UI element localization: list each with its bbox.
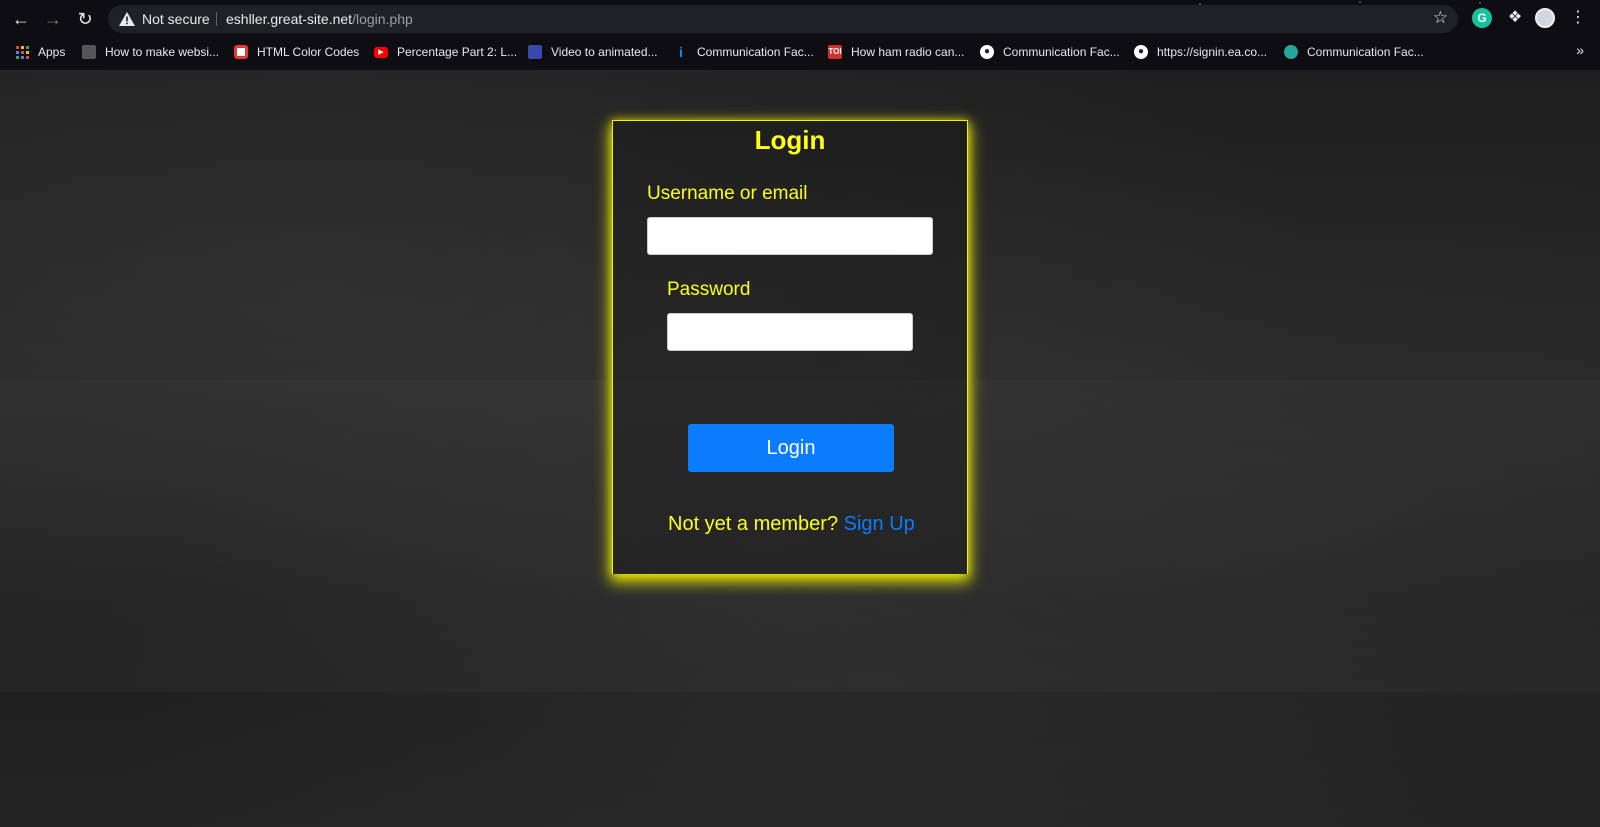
username-input[interactable]	[647, 217, 933, 255]
signup-prompt-line: Not yet a member? Sign Up	[668, 513, 915, 536]
bookmark-item[interactable]: i Communication Fac...	[674, 43, 814, 61]
bookmark-star-icon[interactable]: ☆	[1433, 8, 1448, 28]
url-host: eshller.great-site.net	[226, 11, 353, 27]
bookmark-label: HTML Color Codes	[257, 45, 360, 59]
login-card: Login Username or email Password Login N…	[612, 120, 968, 574]
bookmark-label: How to make websi...	[105, 45, 220, 59]
grammarly-extension-icon[interactable]: G	[1472, 8, 1492, 28]
bookmark-item[interactable]: Video to animated...	[528, 43, 658, 61]
bookmark-label: Percentage Part 2: L...	[397, 45, 518, 59]
bookmark-label: How ham radio can...	[851, 45, 965, 59]
bookmark-label: Communication Fac...	[1307, 45, 1424, 59]
url-path: /login.php	[352, 11, 413, 27]
site-favicon	[82, 45, 96, 59]
username-label: Username or email	[647, 183, 808, 204]
globe-icon: ●	[1134, 45, 1148, 59]
bookmark-label: Apps	[38, 45, 66, 59]
signup-link[interactable]: Sign Up	[844, 513, 915, 535]
page-background: Login Username or email Password Login N…	[0, 70, 1600, 827]
back-arrow-icon[interactable]: ←	[10, 8, 32, 30]
signup-prompt-text: Not yet a member?	[668, 513, 839, 535]
bookmarks-overflow-icon[interactable]: »	[1576, 42, 1584, 58]
warning-icon[interactable]	[118, 10, 136, 28]
reload-icon[interactable]: ↻	[74, 8, 96, 30]
site-favicon	[528, 45, 542, 59]
bookmark-item[interactable]: How to make websi...	[82, 43, 219, 61]
sync-favicon	[1284, 45, 1298, 59]
bookmark-item[interactable]: ● https://signin.ea.co...	[1134, 43, 1267, 61]
bookmark-item[interactable]: HTML Color Codes	[234, 43, 359, 61]
password-input[interactable]	[667, 313, 913, 351]
bookmark-label: Communication Fac...	[1003, 45, 1120, 59]
password-label: Password	[667, 279, 751, 300]
youtube-icon: ▶	[374, 46, 388, 58]
address-bar[interactable]: Not secure eshller.great-site.net/login.…	[108, 5, 1458, 33]
login-button[interactable]: Login	[688, 424, 894, 472]
bookmarks-bar: Apps How to make websi... HTML Color Cod…	[0, 38, 1600, 66]
bookmark-item[interactable]: ● Communication Fac...	[980, 43, 1120, 61]
extensions-puzzle-icon[interactable]: ❖	[1505, 8, 1525, 28]
toi-favicon: TOI	[828, 45, 842, 59]
globe-icon: ●	[980, 45, 994, 59]
apps-grid-icon	[16, 45, 29, 59]
browser-menu-icon[interactable]: ⋮	[1568, 8, 1588, 28]
profile-avatar[interactable]	[1535, 8, 1555, 28]
bookmark-label: Communication Fac...	[697, 45, 814, 59]
bookmark-label: https://signin.ea.co...	[1157, 45, 1268, 59]
bookmark-item[interactable]: TOI How ham radio can...	[828, 43, 964, 61]
divider	[216, 12, 217, 26]
login-title: Login	[754, 125, 826, 155]
browser-chrome: ← → ↻ Not secure eshller.great-site.net/…	[0, 0, 1600, 70]
browser-toolbar: ← → ↻ Not secure eshller.great-site.net/…	[0, 0, 1600, 37]
bookmark-item[interactable]: ▶ Percentage Part 2: L...	[374, 43, 517, 61]
bookmark-apps[interactable]: Apps	[16, 43, 65, 61]
bookmark-item[interactable]: Communication Fac...	[1284, 43, 1424, 61]
bookmark-label: Video to animated...	[551, 45, 658, 59]
security-status[interactable]: Not secure	[142, 11, 210, 27]
forward-arrow-icon[interactable]: →	[42, 8, 64, 30]
info-favicon: i	[679, 44, 683, 60]
url-text[interactable]: eshller.great-site.net/login.php	[226, 11, 413, 27]
color-picker-favicon	[234, 45, 248, 59]
